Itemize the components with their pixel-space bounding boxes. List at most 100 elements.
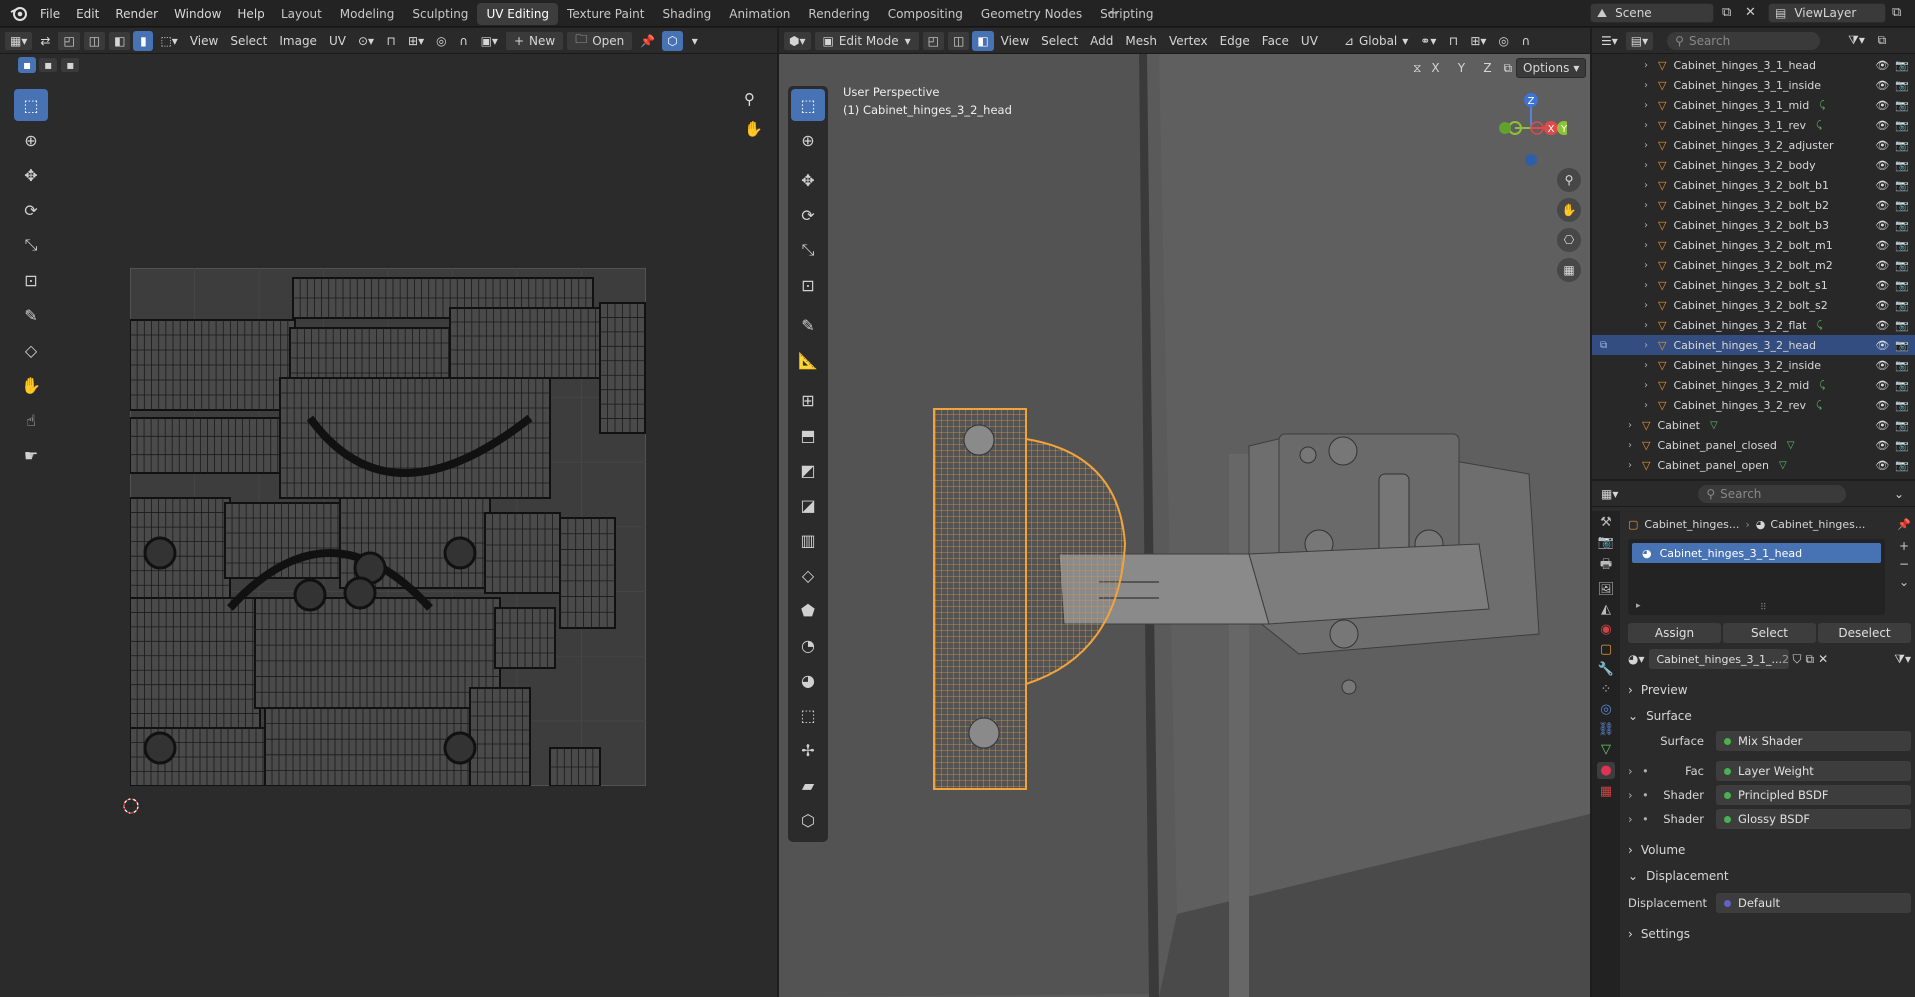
mesh-data-icon[interactable]: ▽ <box>1710 420 1718 431</box>
select-mode-vertex-icon[interactable]: ◰ <box>57 30 81 51</box>
expand-arrow-icon[interactable]: › <box>1644 60 1658 71</box>
uv-uv-menu[interactable]: UV <box>324 31 351 51</box>
visibility-eye-icon[interactable]: 👁 <box>1875 59 1889 72</box>
render-camera-icon[interactable]: 📷 <box>1895 299 1909 312</box>
data-tab-icon[interactable]: ▽ <box>1601 742 1611 757</box>
snap-element-icon[interactable]: ⊞▾ <box>1465 31 1491 51</box>
render-camera-icon[interactable]: 📷 <box>1895 279 1909 292</box>
expand-icon[interactable]: ▸ <box>1636 601 1641 611</box>
pan-hand-icon[interactable]: ✋ <box>744 120 763 138</box>
vp-add-menu[interactable]: Add <box>1085 31 1118 51</box>
render-camera-icon[interactable]: 📷 <box>1895 179 1909 192</box>
viewport-scene[interactable] <box>779 54 1590 997</box>
socket-link-icon[interactable]: • <box>1642 764 1656 778</box>
expand-arrow-icon[interactable]: › <box>1644 380 1658 391</box>
render-camera-icon[interactable]: 📷 <box>1895 359 1909 372</box>
new-view-layer-icon[interactable]: ⧉ <box>1892 5 1901 20</box>
vp-view-menu[interactable]: View <box>996 31 1034 51</box>
render-camera-icon[interactable]: 📷 <box>1895 139 1909 152</box>
inset-tool-icon[interactable]: ◩ <box>791 454 825 486</box>
render-camera-icon[interactable]: 📷 <box>1895 439 1909 452</box>
vp-select-menu[interactable]: Select <box>1036 31 1083 51</box>
expand-arrow-icon[interactable]: › <box>1644 200 1658 211</box>
outliner-item[interactable]: › ▽ Cabinet_hinges_3_2_bolt_b2 👁 📷 <box>1592 195 1915 215</box>
outliner-item[interactable]: › ▽ Cabinet_hinges_3_1_head 👁 📷 <box>1592 55 1915 75</box>
snap-target-icon[interactable]: ⊞▾ <box>403 31 429 51</box>
modifier-icon[interactable]: ⤹ <box>1819 100 1825 111</box>
move-tool-icon[interactable]: ✥ <box>14 159 48 191</box>
chevron-right-icon[interactable]: › <box>1628 764 1642 778</box>
outliner-search-input[interactable]: ⚲ Search <box>1666 30 1822 51</box>
socket-link-icon[interactable]: • <box>1642 812 1656 826</box>
expand-arrow-icon[interactable]: › <box>1644 400 1658 411</box>
visibility-eye-icon[interactable]: 👁 <box>1875 339 1889 352</box>
workspace-tab-rendering[interactable]: Rendering <box>799 3 878 25</box>
new-image-button[interactable]: + New <box>504 30 565 51</box>
render-camera-icon[interactable]: 📷 <box>1895 219 1909 232</box>
select-button[interactable]: Select <box>1723 623 1816 643</box>
chevron-down-icon[interactable]: ⌄ <box>1889 484 1909 504</box>
outliner-item[interactable]: › ▽ Cabinet_hinges_3_2_bolt_m1 👁 📷 <box>1592 235 1915 255</box>
transform-tool-icon[interactable]: ⊡ <box>791 269 825 301</box>
new-scene-icon[interactable]: ⧉ <box>1722 5 1731 20</box>
render-camera-icon[interactable]: 📷 <box>1895 399 1909 412</box>
expand-arrow-icon[interactable]: › <box>1644 240 1658 251</box>
perspective-grid-icon[interactable]: ▦ <box>1557 258 1581 282</box>
camera-icon[interactable]: ⎔ <box>1557 228 1581 252</box>
visibility-eye-icon[interactable]: 👁 <box>1875 439 1889 452</box>
proportional-edit-icon[interactable]: ◎ <box>431 31 451 51</box>
physics-tab-icon[interactable]: ◎ <box>1600 702 1611 717</box>
visibility-eye-icon[interactable]: 👁 <box>1875 99 1889 112</box>
pinch-tool-icon[interactable]: ☛ <box>14 439 48 471</box>
outliner-item[interactable]: ⧉ › ▽ Cabinet_hinges_3_2_head 👁 📷 <box>1592 335 1915 355</box>
expand-arrow-icon[interactable]: › <box>1644 280 1658 291</box>
image-browse-icon[interactable]: ▣▾ <box>476 31 503 51</box>
visibility-eye-icon[interactable]: 👁 <box>1875 379 1889 392</box>
settings-panel-header[interactable]: › Settings <box>1628 921 1911 947</box>
edit-mode-indicator-icon[interactable]: ⧉ <box>1600 340 1607 351</box>
workspace-tab-scripting[interactable]: Scripting <box>1091 3 1162 25</box>
expand-arrow-icon[interactable]: › <box>1644 80 1658 91</box>
visibility-eye-icon[interactable]: 👁 <box>1875 79 1889 92</box>
render-camera-icon[interactable]: 📷 <box>1895 459 1909 472</box>
vp-mesh-menu[interactable]: Mesh <box>1120 31 1162 51</box>
view-layer-tab-icon[interactable]: 🖼 <box>1598 582 1615 597</box>
input-value-field[interactable]: Principled BSDF <box>1716 785 1911 805</box>
visibility-eye-icon[interactable]: 👁 <box>1875 199 1889 212</box>
node-link-icon[interactable]: ⧩▾ <box>1894 652 1911 667</box>
material-slot-item[interactable]: ◕ Cabinet_hinges_3_1_head <box>1632 543 1881 563</box>
menu-window[interactable]: Window <box>166 0 229 27</box>
scale-tool-icon[interactable]: ⤡ <box>791 234 825 266</box>
surface-panel-header[interactable]: ⌄ Surface <box>1628 703 1911 729</box>
expand-arrow-icon[interactable]: › <box>1644 320 1658 331</box>
render-camera-icon[interactable]: 📷 <box>1895 239 1909 252</box>
outliner-item[interactable]: › ▽ Cabinet_hinges_3_1_mid ⤹ 👁 📷 <box>1592 95 1915 115</box>
add-cube-tool-icon[interactable]: ⊞ <box>791 384 825 416</box>
expand-arrow-icon[interactable]: › <box>1644 340 1658 351</box>
material-slot-list[interactable]: ◕ Cabinet_hinges_3_1_head ▸ ⠿ <box>1628 539 1885 615</box>
deselect-button[interactable]: Deselect <box>1818 623 1911 643</box>
cursor-tool-icon[interactable]: ⊕ <box>791 124 825 156</box>
uv-select-menu[interactable]: Select <box>225 31 272 51</box>
input-value-field[interactable]: Glossy BSDF <box>1716 809 1911 829</box>
outliner-item[interactable]: › ▽ Cabinet_hinges_3_2_rev ⤹ 👁 📷 <box>1592 395 1915 415</box>
move-tool-icon[interactable]: ✥ <box>791 164 825 196</box>
falloff-icon[interactable]: ∩ <box>454 31 474 51</box>
visibility-eye-icon[interactable]: 👁 <box>1875 179 1889 192</box>
volume-panel-header[interactable]: › Volume <box>1628 837 1911 863</box>
knife-tool-icon[interactable]: ◇ <box>791 559 825 591</box>
render-camera-icon[interactable]: 📷 <box>1895 59 1909 72</box>
uv-layout-canvas[interactable] <box>130 268 646 786</box>
visibility-eye-icon[interactable]: 👁 <box>1875 279 1889 292</box>
auto-merge-icon[interactable]: ⧉ <box>1503 61 1512 76</box>
workspace-tab-uv-editing[interactable]: UV Editing <box>477 3 559 25</box>
add-workspace-icon[interactable]: + <box>1104 4 1122 22</box>
workspace-tab-geometry-nodes[interactable]: Geometry Nodes <box>972 3 1091 25</box>
render-camera-icon[interactable]: 📷 <box>1895 199 1909 212</box>
select-mode-island-icon[interactable]: ▮ <box>133 30 154 51</box>
outliner-item[interactable]: › ▽ Cabinet_hinges_3_2_bolt_s1 👁 📷 <box>1592 275 1915 295</box>
visibility-eye-icon[interactable]: 👁 <box>1875 119 1889 132</box>
outliner-item[interactable]: › ▽ Cabinet_hinges_3_2_bolt_s2 👁 📷 <box>1592 295 1915 315</box>
pivot-icon[interactable]: ⚭▾ <box>1415 31 1441 51</box>
vp-edge-menu[interactable]: Edge <box>1215 31 1255 51</box>
